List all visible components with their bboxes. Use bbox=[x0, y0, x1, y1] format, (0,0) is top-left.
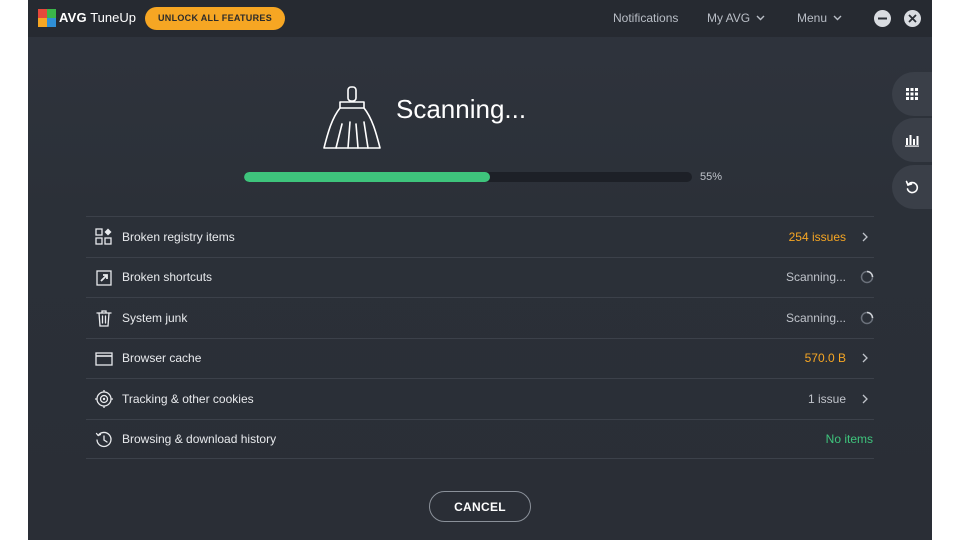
bar-chart-icon bbox=[905, 135, 919, 147]
broom-icon bbox=[323, 86, 381, 149]
result-label: Browser cache bbox=[122, 351, 202, 366]
result-row-tracking-cookies[interactable]: Tracking & other cookies 1 issue bbox=[86, 378, 874, 419]
loading-spinner-icon bbox=[860, 271, 874, 284]
result-status: Scanning... bbox=[785, 270, 846, 285]
chevron-down-icon bbox=[833, 15, 842, 21]
app-brand: AVG TuneUp bbox=[59, 10, 136, 25]
unlock-all-features-button[interactable]: UNLOCK ALL FEATURES bbox=[145, 7, 285, 30]
scan-results-list: Broken registry items 254 issues Broken … bbox=[86, 216, 874, 459]
result-status: No items bbox=[825, 431, 873, 446]
result-row-browsing-history[interactable]: Browsing & download history No items bbox=[86, 418, 874, 459]
menu-label: Menu bbox=[797, 11, 828, 25]
trash-icon bbox=[96, 310, 112, 327]
shortcut-icon bbox=[96, 269, 112, 286]
apps-grid-button[interactable] bbox=[892, 72, 932, 116]
result-label: Browsing & download history bbox=[122, 431, 277, 446]
result-status: 254 issues bbox=[788, 229, 846, 244]
result-status: 1 issue bbox=[807, 391, 846, 406]
app-window: AVG TuneUp UNLOCK ALL FEATURES Notificat… bbox=[28, 0, 932, 540]
loading-spinner-icon bbox=[860, 311, 874, 324]
chevron-right-icon bbox=[862, 394, 868, 404]
result-row-broken-registry[interactable]: Broken registry items 254 issues bbox=[86, 216, 874, 257]
chevron-down-icon bbox=[756, 15, 765, 21]
my-avg-menu[interactable]: My AVG bbox=[707, 11, 765, 25]
grid-icon bbox=[906, 88, 918, 100]
target-icon bbox=[95, 390, 113, 408]
main-menu[interactable]: Menu bbox=[797, 11, 842, 25]
scan-progress-percent: 55% bbox=[700, 171, 723, 183]
statistics-button[interactable] bbox=[892, 118, 932, 162]
brand-name: AVG bbox=[59, 10, 87, 25]
chevron-right-icon bbox=[862, 232, 868, 242]
product-name: TuneUp bbox=[90, 10, 136, 25]
rescue-center-button[interactable] bbox=[892, 165, 932, 209]
my-avg-label: My AVG bbox=[707, 11, 751, 25]
scan-progress-fill bbox=[244, 172, 491, 182]
result-label: Broken registry items bbox=[122, 229, 235, 244]
history-clock-icon bbox=[95, 431, 112, 447]
result-row-browser-cache[interactable]: Browser cache 570.0 B bbox=[86, 337, 874, 379]
scan-progress-bar bbox=[244, 172, 692, 182]
title-bar: AVG TuneUp UNLOCK ALL FEATURES Notificat… bbox=[28, 0, 932, 37]
result-status: 570.0 B bbox=[804, 351, 846, 366]
avg-logo-icon bbox=[38, 9, 56, 27]
minimize-icon bbox=[878, 17, 887, 20]
close-icon bbox=[908, 14, 917, 23]
cancel-button[interactable]: CANCEL bbox=[429, 491, 531, 522]
browser-window-icon bbox=[95, 351, 113, 366]
chevron-right-icon bbox=[862, 353, 868, 363]
minimize-button[interactable] bbox=[874, 10, 891, 27]
scan-title: Scanning... bbox=[396, 94, 527, 124]
registry-icon bbox=[95, 228, 112, 245]
result-row-broken-shortcuts[interactable]: Broken shortcuts Scanning... bbox=[86, 256, 874, 298]
result-label: Broken shortcuts bbox=[122, 270, 213, 285]
result-label: System junk bbox=[122, 310, 188, 325]
result-status: Scanning... bbox=[785, 310, 846, 325]
notifications-link[interactable]: Notifications bbox=[613, 11, 678, 25]
result-label: Tracking & other cookies bbox=[122, 391, 254, 406]
result-row-system-junk[interactable]: System junk Scanning... bbox=[86, 297, 874, 338]
undo-icon bbox=[905, 180, 919, 194]
notifications-label: Notifications bbox=[613, 11, 679, 25]
close-button[interactable] bbox=[904, 10, 921, 27]
